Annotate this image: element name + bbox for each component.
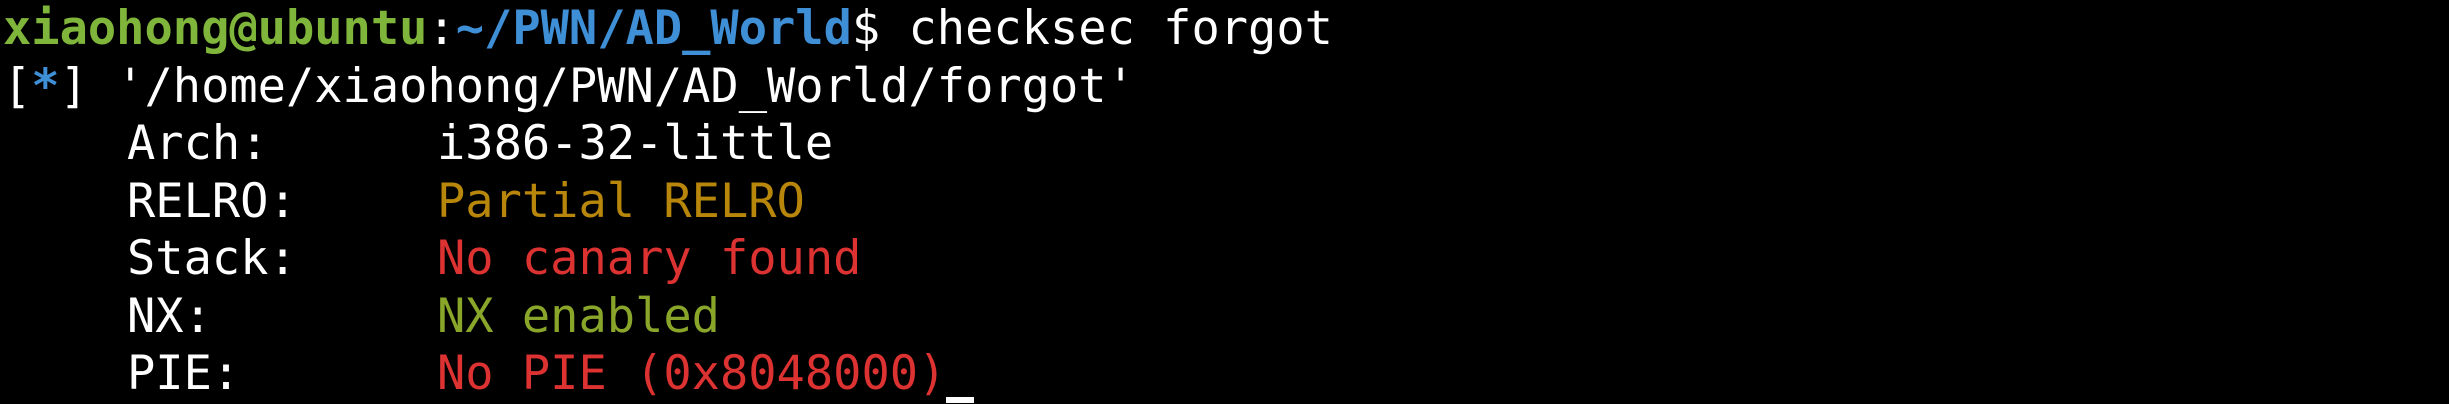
command-text: checksec forgot [880, 1, 1333, 56]
checksec-row-stack: Stack: No canary found [3, 230, 2449, 288]
prompt-path: ~/PWN/AD_World [455, 1, 852, 56]
prompt-separator: : [427, 1, 456, 56]
file-info-line: [*] '/home/xiaohong/PWN/AD_World/forgot' [3, 58, 2449, 116]
row-key: NX: [127, 288, 212, 344]
row-value: i386-32-little [437, 116, 834, 171]
row-key: Stack: [127, 231, 297, 286]
prompt-line: xiaohong@ubuntu:~/PWN/AD_World$ checksec… [3, 0, 2449, 58]
row-key: PIE: [127, 346, 241, 401]
info-bracket-open: [ [3, 58, 32, 114]
file-path-text: '/home/xiaohong/PWN/AD_World/forgot' [87, 58, 1135, 114]
terminal-window[interactable]: xiaohong@ubuntu:~/PWN/AD_World$ checksec… [0, 0, 2449, 404]
text-cursor [946, 396, 975, 403]
info-star: * [31, 58, 60, 114]
row-key: RELRO: [127, 173, 297, 229]
info-bracket-close: ] [59, 58, 88, 114]
prompt-symbol: $ [851, 1, 881, 56]
row-value: No canary found [437, 231, 862, 286]
prompt-user-host: xiaohong@ubuntu [3, 1, 428, 56]
row-value: Partial RELRO [437, 173, 805, 229]
checksec-row-relro: RELRO: Partial RELRO [3, 173, 2449, 231]
checksec-row-nx: NX: NX enabled [3, 288, 2449, 346]
checksec-row-arch: Arch: i386-32-little [3, 115, 2449, 173]
row-value: NX enabled [437, 288, 720, 344]
row-value: No PIE (0x8048000) [437, 346, 947, 401]
checksec-row-pie: PIE: No PIE (0x8048000) [3, 345, 2449, 403]
row-key: Arch: [127, 116, 269, 171]
